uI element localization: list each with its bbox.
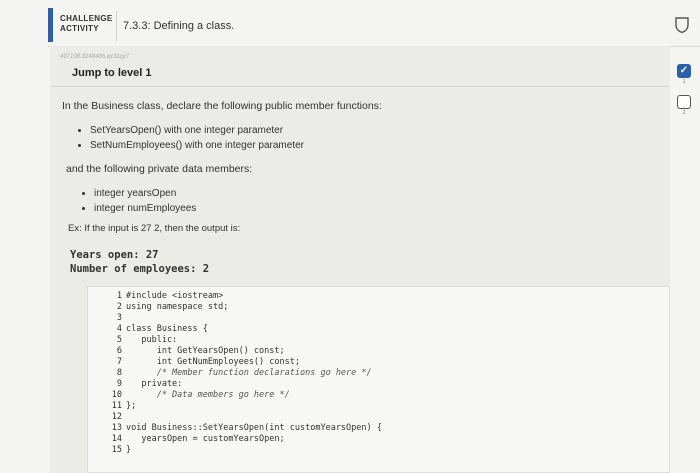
level-2-button[interactable] (677, 95, 691, 109)
code-lines: 1 #include <iostream> 2 using namespace std… (88, 291, 382, 456)
code-line[interactable]: 2 using namespace std; (88, 302, 382, 313)
header-separator (116, 11, 117, 41)
code-text: /* Member function declarations go here … (126, 368, 372, 378)
challenge-activity-label: CHALLENGE ACTIVITY (60, 14, 116, 34)
level-indicators: ✓ 1 2 (674, 64, 694, 116)
shield-icon[interactable] (673, 16, 691, 34)
list-item: SetYearsOpen() with one integer paramete… (90, 123, 304, 138)
instructions-intro: In the Business class, declare the follo… (62, 100, 382, 112)
activity-header: CHALLENGE ACTIVITY 7.3.3: Defining a cla… (48, 8, 700, 47)
output-line: Number of employees: 2 (70, 263, 210, 275)
level-1-button[interactable]: ✓ (677, 64, 691, 78)
line-number: 8 (116, 368, 122, 378)
code-line[interactable]: 1 #include <iostream> (88, 291, 382, 302)
code-line[interactable]: 14 yearsOpen = customYearsOpen; (88, 434, 382, 445)
code-text: yearsOpen = customYearsOpen; (126, 434, 285, 444)
code-line[interactable]: 12 (88, 412, 382, 423)
code-text: #include <iostream> (126, 291, 224, 301)
line-number: 6 (116, 346, 122, 356)
divider (50, 86, 670, 87)
private-members-list: integer yearsOpen integer numEmployees (78, 186, 196, 216)
members-intro: and the following private data members: (66, 163, 253, 175)
list-item: integer numEmployees (94, 201, 196, 216)
public-functions-list: SetYearsOpen() with one integer paramete… (74, 123, 304, 153)
code-text: class Business { (126, 324, 208, 334)
code-text: } (126, 445, 132, 455)
line-number: 1 (116, 291, 122, 301)
line-number: 11 (111, 401, 122, 411)
code-text: private: (126, 379, 183, 389)
code-text: public: (126, 335, 178, 345)
label-line-2: ACTIVITY (60, 24, 99, 33)
code-line[interactable]: 5 public: (88, 335, 382, 346)
line-number: 10 (111, 390, 122, 400)
label-line-1: CHALLENGE (60, 14, 113, 23)
check-icon: ✓ (679, 65, 689, 76)
code-text: int GetNumEmployees() const; (126, 357, 300, 367)
reference-id: 497108.3248486.qx3zqy7 (60, 54, 130, 60)
code-text: void Business::SetYearsOpen(int customYe… (126, 423, 382, 433)
code-line[interactable]: 13 void Business::SetYearsOpen(int custom… (88, 423, 382, 434)
level-1-number: 1 (682, 79, 686, 85)
header-accent-bar (48, 8, 53, 42)
output-line: Years open: 27 (70, 249, 159, 261)
line-number: 5 (116, 335, 122, 345)
line-number: 2 (116, 302, 122, 312)
activity-title: 7.3.3: Defining a class. (123, 20, 235, 32)
list-item: SetNumEmployees() with one integer param… (90, 138, 304, 153)
line-number: 12 (111, 412, 122, 422)
code-line[interactable]: 7 int GetNumEmployees() const; (88, 357, 382, 368)
line-number: 3 (116, 313, 122, 323)
code-line[interactable]: 9 private: (88, 379, 382, 390)
line-number: 9 (116, 379, 122, 389)
code-text: }; (126, 401, 137, 411)
example-text: Ex: If the input is 27 2, then the outpu… (68, 223, 241, 234)
code-text: /* Data members go here */ (126, 390, 290, 400)
code-line[interactable]: 10 /* Data members go here */ (88, 390, 382, 401)
line-number: 14 (111, 434, 122, 444)
level-2-number: 2 (682, 110, 686, 116)
code-line[interactable]: 11}; (88, 401, 382, 412)
code-line[interactable]: 8 /* Member function declarations go her… (88, 368, 382, 379)
code-text: using namespace std; (126, 302, 229, 312)
code-text: int GetYearsOpen() const; (126, 346, 285, 356)
line-number: 4 (116, 324, 122, 334)
challenge-panel: 497108.3248486.qx3zqy7 Jump to level 1 I… (50, 46, 670, 473)
line-number: 15 (111, 445, 122, 455)
code-line[interactable]: 6 int GetYearsOpen() const; (88, 346, 382, 357)
code-editor[interactable]: 1 #include <iostream> 2 using namespace std… (87, 286, 670, 473)
code-line[interactable]: 4 class Business { (88, 324, 382, 335)
code-line[interactable]: 15} (88, 445, 382, 456)
list-item: integer yearsOpen (94, 186, 196, 201)
jump-to-level-label: Jump to level 1 (72, 67, 152, 79)
code-line[interactable]: 3 (88, 313, 382, 324)
line-number: 7 (116, 357, 122, 367)
line-number: 13 (111, 423, 122, 433)
